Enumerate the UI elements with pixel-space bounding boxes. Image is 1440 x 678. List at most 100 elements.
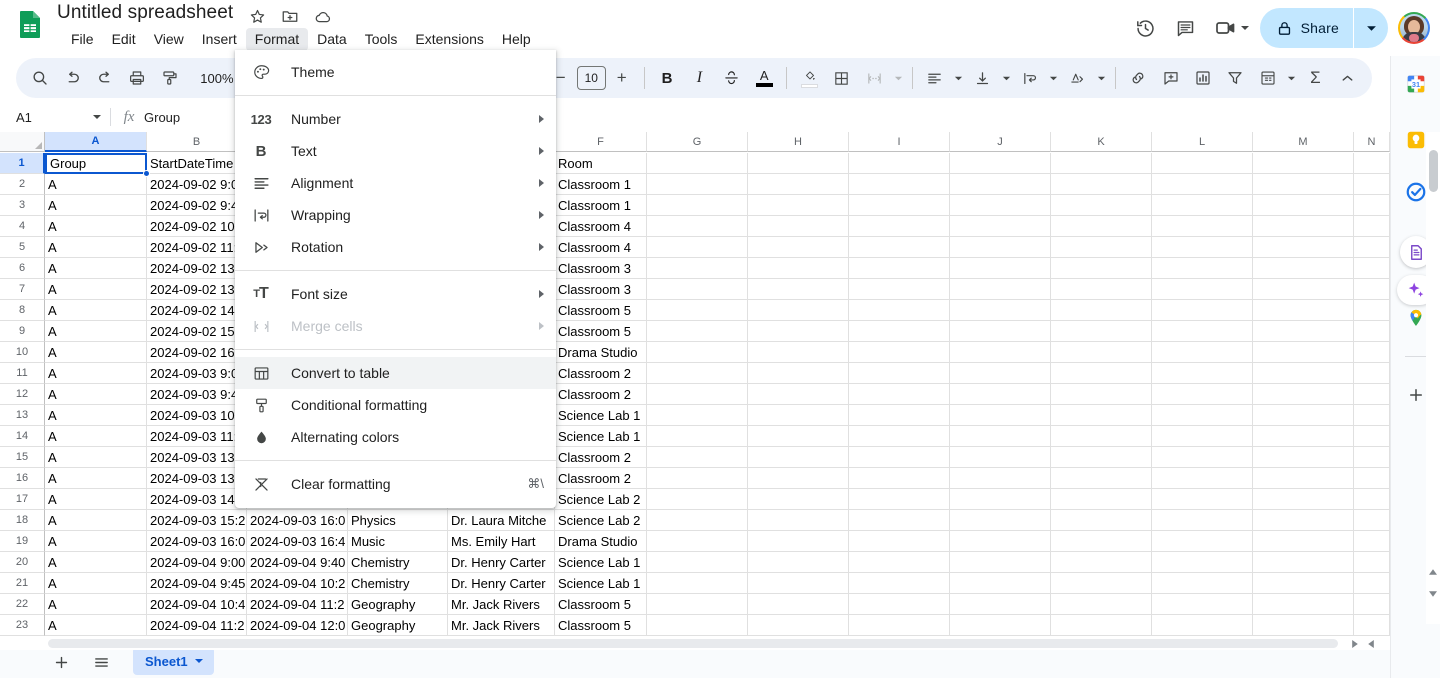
cloud-saved-icon[interactable] <box>311 4 335 28</box>
cell-F20[interactable]: Science Lab 1 <box>555 552 647 573</box>
cell-M3[interactable] <box>1253 195 1354 216</box>
cell-H16[interactable] <box>748 468 849 489</box>
cell-K20[interactable] <box>1051 552 1152 573</box>
cell-G5[interactable] <box>647 237 748 258</box>
cell-M9[interactable] <box>1253 321 1354 342</box>
cell-H17[interactable] <box>748 489 849 510</box>
cell-I23[interactable] <box>849 615 950 636</box>
cell-H10[interactable] <box>748 342 849 363</box>
meet-button[interactable] <box>1206 10 1254 46</box>
horizontal-scrollbar-thumb[interactable] <box>48 639 1338 648</box>
share-button[interactable]: Share <box>1259 8 1388 48</box>
cell-H11[interactable] <box>748 363 849 384</box>
row-header-16[interactable]: 16 <box>0 468 45 489</box>
comment-icon[interactable] <box>1166 8 1206 48</box>
cell-A15[interactable]: A <box>45 447 147 468</box>
cell-F18[interactable]: Science Lab 2 <box>555 510 647 531</box>
avatar[interactable] <box>1398 12 1430 44</box>
column-header-b[interactable]: B <box>147 132 247 152</box>
cell-I8[interactable] <box>849 300 950 321</box>
cell-F14[interactable]: Science Lab 1 <box>555 426 647 447</box>
cell-I20[interactable] <box>849 552 950 573</box>
cell-N16[interactable] <box>1354 468 1390 489</box>
cell-J11[interactable] <box>950 363 1051 384</box>
cell-B2[interactable]: 2024-09-02 9:00 <box>147 174 247 195</box>
cell-F4[interactable]: Classroom 4 <box>555 216 647 237</box>
menu-item-theme[interactable]: Theme <box>235 56 556 88</box>
cell-L17[interactable] <box>1152 489 1253 510</box>
cell-E19[interactable]: Ms. Emily Hart <box>448 531 555 552</box>
search-icon[interactable] <box>24 63 56 93</box>
cell-K9[interactable] <box>1051 321 1152 342</box>
cell-M21[interactable] <box>1253 573 1354 594</box>
cell-J6[interactable] <box>950 258 1051 279</box>
cell-N2[interactable] <box>1354 174 1390 195</box>
cell-M1[interactable] <box>1253 153 1354 174</box>
cell-A22[interactable]: A <box>45 594 147 615</box>
cell-B17[interactable]: 2024-09-03 14:3 <box>147 489 247 510</box>
scroll-right-button[interactable] <box>1364 637 1378 650</box>
cell-M16[interactable] <box>1253 468 1354 489</box>
insert-comment-icon[interactable] <box>1154 63 1186 93</box>
cell-J19[interactable] <box>950 531 1051 552</box>
menu-view[interactable]: View <box>145 28 193 51</box>
cell-M14[interactable] <box>1253 426 1354 447</box>
cell-L19[interactable] <box>1152 531 1253 552</box>
cell-K16[interactable] <box>1051 468 1152 489</box>
cell-I7[interactable] <box>849 279 950 300</box>
row-header-17[interactable]: 17 <box>0 489 45 510</box>
borders-icon[interactable] <box>826 63 858 93</box>
cell-J12[interactable] <box>950 384 1051 405</box>
cell-K1[interactable] <box>1051 153 1152 174</box>
cell-L4[interactable] <box>1152 216 1253 237</box>
document-title[interactable]: Untitled spreadsheet <box>57 2 233 24</box>
cell-L14[interactable] <box>1152 426 1253 447</box>
cell-K19[interactable] <box>1051 531 1152 552</box>
version-history-icon[interactable] <box>1126 8 1166 48</box>
cell-K7[interactable] <box>1051 279 1152 300</box>
cell-K15[interactable] <box>1051 447 1152 468</box>
cell-J22[interactable] <box>950 594 1051 615</box>
cell-L12[interactable] <box>1152 384 1253 405</box>
cell-F23[interactable]: Classroom 5 <box>555 615 647 636</box>
cell-A19[interactable]: A <box>45 531 147 552</box>
select-all-corner[interactable] <box>0 132 45 152</box>
cell-J20[interactable] <box>950 552 1051 573</box>
cell-N12[interactable] <box>1354 384 1390 405</box>
scroll-left-button[interactable] <box>1348 637 1362 650</box>
cell-B9[interactable]: 2024-09-02 15:1 <box>147 321 247 342</box>
cell-L23[interactable] <box>1152 615 1253 636</box>
row-header-10[interactable]: 10 <box>0 342 45 363</box>
cell-J23[interactable] <box>950 615 1051 636</box>
cell-F15[interactable]: Classroom 2 <box>555 447 647 468</box>
cell-H22[interactable] <box>748 594 849 615</box>
row-header-12[interactable]: 12 <box>0 384 45 405</box>
cell-A5[interactable]: A <box>45 237 147 258</box>
redo-icon[interactable] <box>89 63 121 93</box>
menu-extensions[interactable]: Extensions <box>406 28 492 51</box>
cell-F17[interactable]: Science Lab 2 <box>555 489 647 510</box>
cell-M6[interactable] <box>1253 258 1354 279</box>
cell-D22[interactable]: Geography <box>348 594 448 615</box>
menu-insert[interactable]: Insert <box>193 28 246 51</box>
cell-I12[interactable] <box>849 384 950 405</box>
row-header-18[interactable]: 18 <box>0 510 45 531</box>
cell-I14[interactable] <box>849 426 950 447</box>
cell-F16[interactable]: Classroom 2 <box>555 468 647 489</box>
cell-B16[interactable]: 2024-09-03 13:4 <box>147 468 247 489</box>
cell-M2[interactable] <box>1253 174 1354 195</box>
cell-A6[interactable]: A <box>45 258 147 279</box>
cell-A20[interactable]: A <box>45 552 147 573</box>
cell-N1[interactable] <box>1354 153 1390 174</box>
cell-B1[interactable]: StartDateTime <box>147 153 247 174</box>
paint-format-icon[interactable] <box>154 63 186 93</box>
cell-D21[interactable]: Chemistry <box>348 573 448 594</box>
row-header-4[interactable]: 4 <box>0 216 45 237</box>
menu-item-font-size[interactable]: T T Font size <box>235 278 556 310</box>
cell-K12[interactable] <box>1051 384 1152 405</box>
cell-C18[interactable]: 2024-09-03 16:0 <box>247 510 348 531</box>
menu-item-alignment[interactable]: Alignment <box>235 167 556 199</box>
cell-L3[interactable] <box>1152 195 1253 216</box>
italic-icon[interactable]: I <box>683 63 715 93</box>
cell-M5[interactable] <box>1253 237 1354 258</box>
